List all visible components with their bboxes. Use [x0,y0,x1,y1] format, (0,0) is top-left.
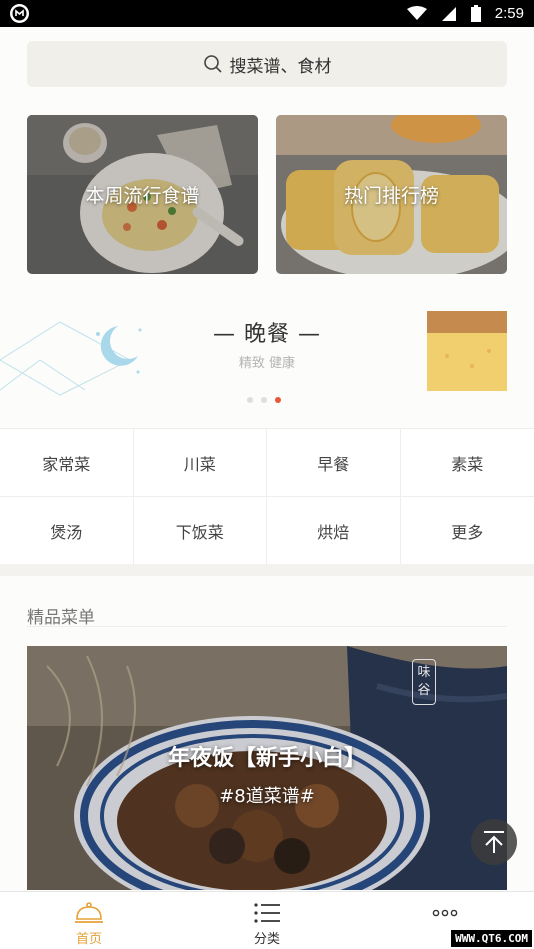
search-placeholder: 搜菜谱、食材 [229,56,332,77]
search-icon [203,54,223,74]
back-to-top-button[interactable] [471,819,517,865]
status-bar: 2:59 [0,0,534,27]
weekly-popular-card[interactable]: 本周流行食谱 [27,115,258,274]
carousel-dots [247,397,281,403]
featured-menu-card[interactable]: 味 谷 年夜饭【新手小白】 #8道菜谱# [27,646,507,890]
featured-title: 年夜饭【新手小白】 [167,746,366,771]
section-divider [0,564,534,576]
category-breakfast[interactable]: 早餐 [267,429,401,497]
brand-seal-logo: 味 谷 [412,659,436,705]
status-time: 2:59 [494,5,524,22]
carousel-dot[interactable] [247,397,253,403]
search-bar[interactable]: 搜菜谱、食材 [27,41,507,87]
category-home-cooking[interactable]: 家常菜 [0,429,134,497]
top-chart-label: 热门排行榜 [343,185,439,207]
more-icon [432,909,458,917]
category-baking[interactable]: 烘焙 [267,497,401,565]
nav-category-label: 分类 [253,932,280,947]
app-notification-icon [10,4,29,23]
category-vegetarian[interactable]: 素菜 [400,429,534,497]
carousel-dot-active[interactable] [275,397,281,403]
meal-banner[interactable]: — 晚餐 — 精致 健康 [0,290,534,420]
arrow-up-icon [484,831,504,853]
section-title: 精品菜单 [27,608,95,628]
nav-home-label: 首页 [75,932,102,947]
category-more[interactable]: 更多 [400,497,534,565]
category-grid: 家常菜 川菜 早餐 素菜 煲汤 下饭菜 烘焙 更多 [0,428,534,565]
screen: 2:59 搜菜谱、食材 本周流行食谱 热门排行榜 — 晚餐 — 精致 健康 家常… [0,0,534,949]
category-soup[interactable]: 煲汤 [0,497,134,565]
category-sichuan[interactable]: 川菜 [133,429,267,497]
weekly-popular-label: 本周流行食谱 [85,185,200,207]
category-rice-dishes[interactable]: 下饭菜 [133,497,267,565]
nav-home[interactable]: 首页 [0,892,178,949]
featured-subtitle: #8道菜谱# [219,786,315,807]
wifi-icon [406,6,427,21]
signal-icon [441,6,457,22]
top-chart-card[interactable]: 热门排行榜 [276,115,507,274]
cloche-icon [75,902,103,923]
carousel-dot[interactable] [261,397,267,403]
battery-icon [470,5,481,22]
nav-category[interactable]: 分类 [178,892,356,949]
section-rule [27,626,507,627]
list-icon [254,903,280,923]
watermark: WWW.QT6.COM [451,930,532,947]
meal-thumbnail[interactable] [427,311,507,391]
